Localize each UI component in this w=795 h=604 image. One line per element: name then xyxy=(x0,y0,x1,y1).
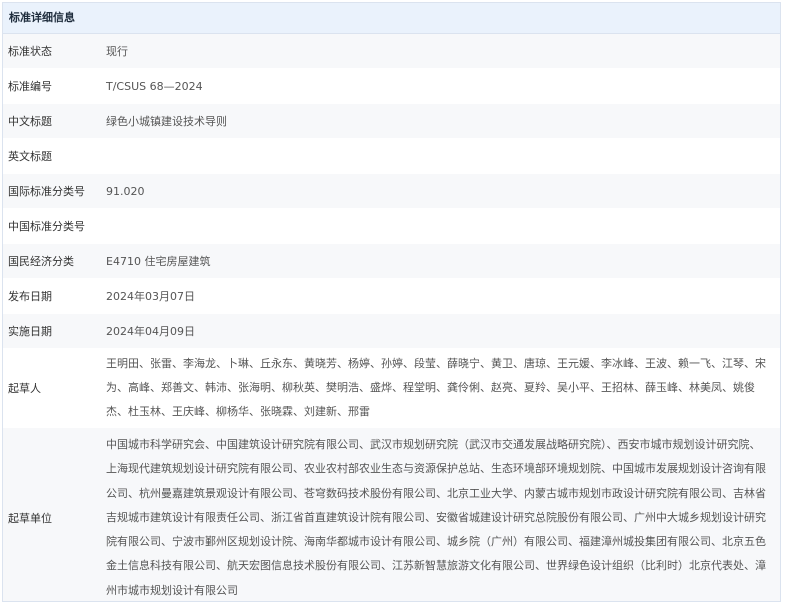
panel-title: 标准详细信息 xyxy=(3,3,780,34)
row-value: 2024年03月07日 xyxy=(106,290,195,303)
row-label: 发布日期 xyxy=(8,290,52,303)
row-label: 标准状态 xyxy=(8,45,52,58)
row-value: T/CSUS 68—2024 xyxy=(106,79,203,93)
row-value: 现行 xyxy=(106,45,128,58)
row-value: 绿色小城镇建设技术导则 xyxy=(106,115,227,128)
row-label: 实施日期 xyxy=(8,325,52,338)
detail-rows: 标准状态 现行 标准编号 T/CSUS 68—2024 中文标题 绿色小城镇建设… xyxy=(3,34,780,601)
row-value: E4710 住宅房屋建筑 xyxy=(106,255,211,268)
row-chinese-title: 中文标题 绿色小城镇建设技术导则 xyxy=(3,104,780,139)
row-value: 2024年04月09日 xyxy=(106,325,195,338)
row-label: 国际标准分类号 xyxy=(8,185,85,198)
row-implement-date: 实施日期 2024年04月09日 xyxy=(3,314,780,349)
row-value: 中国城市科学研究会、中国建筑设计研究院有限公司、武汉市规划研究院（武汉市交通发展… xyxy=(106,438,766,597)
row-label: 中国标准分类号 xyxy=(8,220,85,233)
row-label: 起草单位 xyxy=(8,511,52,525)
row-english-title: 英文标题 xyxy=(3,139,780,174)
row-standard-number: 标准编号 T/CSUS 68—2024 xyxy=(3,69,780,104)
row-value: 王明田、张雷、李海龙、卜琳、丘永东、黄晓芳、杨婷、孙婷、段莹、薛晓宁、黄卫、唐琼… xyxy=(106,357,766,418)
row-drafters: 起草人 王明田、张雷、李海龙、卜琳、丘永东、黄晓芳、杨婷、孙婷、段莹、薛晓宁、黄… xyxy=(3,349,780,428)
row-label: 英文标题 xyxy=(8,150,52,163)
row-value: 91.020 xyxy=(106,184,145,198)
row-label: 起草人 xyxy=(8,382,41,395)
row-ccs-code: 中国标准分类号 xyxy=(3,209,780,244)
row-label: 标准编号 xyxy=(8,80,52,93)
row-ics-code: 国际标准分类号 91.020 xyxy=(3,174,780,209)
row-economic-classification: 国民经济分类 E4710 住宅房屋建筑 xyxy=(3,244,780,279)
standard-detail-panel: 标准详细信息 标准状态 现行 标准编号 T/CSUS 68—2024 中文标题 … xyxy=(2,2,781,602)
row-publish-date: 发布日期 2024年03月07日 xyxy=(3,279,780,314)
row-status: 标准状态 现行 xyxy=(3,34,780,69)
row-label: 国民经济分类 xyxy=(8,255,74,268)
row-drafting-units: 起草单位 中国城市科学研究会、中国建筑设计研究院有限公司、武汉市规划研究院（武汉… xyxy=(3,428,780,601)
row-label: 中文标题 xyxy=(8,115,52,128)
